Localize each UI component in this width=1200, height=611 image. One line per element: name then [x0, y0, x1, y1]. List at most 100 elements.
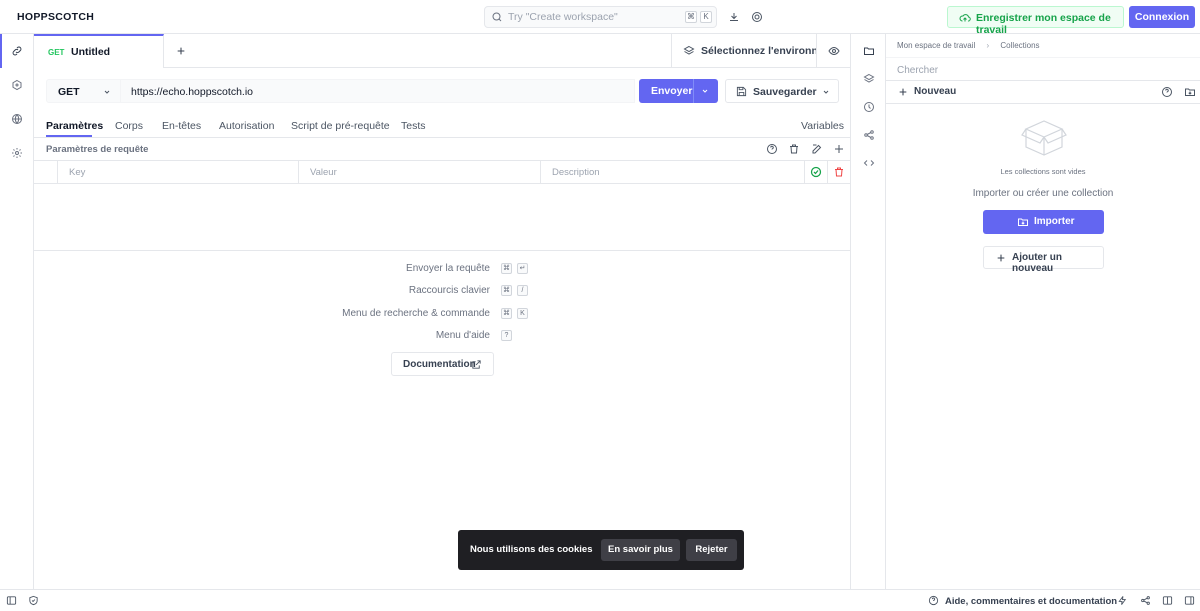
tab-body[interactable]: Corps — [115, 120, 143, 132]
top-bar: HOPPSCOTCH Try "Create workspace" ⌘ K En… — [0, 0, 1200, 36]
request-tabs-bar: GET Untitled Sélectionnez l'environnemen… — [34, 34, 850, 68]
bulk-edit-icon[interactable] — [811, 143, 823, 155]
help-feedback-link[interactable]: Aide, commentaires et documentation — [945, 596, 1117, 607]
shield-check-icon[interactable] — [28, 595, 39, 606]
plus-icon[interactable] — [898, 87, 908, 97]
method-select[interactable]: GET — [46, 79, 121, 103]
help-icon[interactable] — [766, 143, 778, 155]
sidebar-toggle-icon[interactable] — [6, 595, 17, 606]
param-row: Key Valeur Description — [34, 161, 850, 184]
history-icon[interactable] — [863, 101, 875, 113]
trash-icon — [835, 167, 843, 177]
cookie-learn-more-button[interactable]: En savoir plus — [601, 539, 680, 561]
search-input[interactable]: Try "Create workspace" ⌘ K — [484, 6, 717, 28]
check-circle-icon — [810, 166, 822, 178]
eye-icon — [828, 46, 840, 56]
breadcrumb-workspace[interactable]: Mon espace de travail — [897, 41, 975, 50]
chevron-down-icon[interactable] — [701, 87, 709, 95]
shortcut-key: K — [517, 308, 528, 319]
documentation-label: Documentation — [403, 359, 476, 370]
tab-headers[interactable]: En-têtes — [162, 120, 201, 132]
send-label: Envoyer — [651, 85, 693, 97]
collections-panel: Mon espace de travail › Collections Cher… — [886, 34, 1200, 589]
tab-tests[interactable]: Tests — [401, 120, 426, 132]
environment-view-button[interactable] — [816, 34, 850, 68]
documentation-button[interactable]: Documentation — [391, 352, 494, 376]
add-param-icon[interactable] — [833, 143, 845, 155]
tab-variables[interactable]: Variables — [801, 120, 844, 132]
right-sidebar-toggle-icon[interactable] — [1184, 595, 1195, 606]
param-toggle[interactable] — [804, 161, 827, 184]
shortcut-help-label: Menu d'aide — [435, 330, 490, 341]
collections-search-input[interactable]: Chercher — [886, 57, 1200, 81]
cookie-banner: Nous utilisons des cookies En savoir plu… — [458, 530, 744, 570]
shortcut-keyboard-label: Raccourcis clavier — [408, 285, 490, 296]
lightning-icon[interactable] — [1117, 595, 1128, 606]
send-button[interactable]: Envoyer — [639, 79, 718, 103]
breadcrumb: Mon espace de travail › Collections — [897, 41, 1040, 50]
request-tab[interactable]: GET Untitled — [34, 34, 164, 68]
share-icon[interactable] — [1140, 595, 1151, 606]
save-label: Sauvegarder — [753, 86, 817, 98]
save-workspace-label: Enregistrer mon espace de travail — [976, 12, 1111, 36]
support-icon[interactable] — [751, 11, 763, 23]
save-button[interactable]: Sauvegarder — [725, 79, 839, 103]
collections-search-placeholder: Chercher — [897, 65, 939, 76]
breadcrumb-collections[interactable]: Collections — [1000, 41, 1039, 50]
settings-icon[interactable] — [11, 147, 23, 159]
cookie-reject-button[interactable]: Rejeter — [686, 539, 737, 561]
search-shortcut-key: ⌘ — [685, 11, 697, 23]
new-collection-row: Nouveau — [886, 81, 1200, 104]
param-delete[interactable] — [827, 161, 850, 184]
param-description-placeholder: Description — [552, 167, 600, 178]
search-shortcut-key: K — [700, 11, 712, 23]
layers-icon[interactable] — [863, 73, 875, 85]
status-bar: Aide, commentaires et documentation — [0, 589, 1200, 611]
shortcut-key: ? — [501, 330, 512, 341]
save-workspace-button[interactable]: Enregistrer mon espace de travail — [947, 6, 1124, 36]
columns-layout-icon[interactable] — [1162, 595, 1173, 606]
code-icon[interactable] — [863, 157, 875, 169]
import-button[interactable]: Importer — [983, 210, 1104, 234]
download-icon[interactable] — [728, 11, 740, 23]
login-button[interactable]: Connexion — [1129, 6, 1195, 28]
right-nav-rail — [850, 34, 886, 589]
app-logo[interactable]: HOPPSCOTCH — [17, 11, 94, 23]
share-icon[interactable] — [863, 129, 875, 141]
param-description-input[interactable]: Description — [540, 161, 804, 184]
left-nav-rail — [0, 34, 34, 589]
empty-collection-illustration — [1021, 120, 1067, 156]
shortcut-key: ↵ — [517, 263, 528, 274]
shortcut-key: / — [517, 285, 528, 296]
new-collection-button[interactable]: Nouveau — [914, 86, 956, 97]
param-key-input[interactable]: Key — [57, 161, 298, 184]
globe-icon[interactable] — [11, 113, 23, 125]
params-header: Paramètres de requête — [34, 138, 850, 161]
cookie-text: Nous utilisons des cookies — [470, 544, 593, 555]
import-folder-icon[interactable] — [1184, 86, 1196, 98]
tab-authorization[interactable]: Autorisation — [219, 120, 274, 132]
trash-icon[interactable] — [788, 143, 800, 155]
add-tab-icon[interactable] — [176, 46, 186, 56]
shortcut-key: ⌘ — [501, 263, 512, 274]
link-icon[interactable] — [11, 45, 23, 57]
environment-selector[interactable]: Sélectionnez l'environnement — [671, 34, 817, 68]
param-value-input[interactable]: Valeur — [298, 161, 540, 184]
external-link-icon — [472, 360, 481, 369]
help-icon[interactable] — [1161, 86, 1173, 98]
graphql-icon[interactable] — [11, 79, 23, 91]
chevron-down-icon — [823, 90, 829, 94]
tab-pre-request-script[interactable]: Script de pré-requête — [291, 120, 390, 132]
divider — [34, 250, 850, 251]
url-input[interactable]: https://echo.hoppscotch.io — [121, 79, 635, 103]
import-folder-icon — [1018, 218, 1028, 226]
environment-label: Sélectionnez l'environnement — [701, 45, 817, 57]
add-new-collection-button[interactable]: Ajouter un nouveau — [983, 246, 1104, 274]
shortcut-search-label: Menu de recherche & commande — [342, 308, 490, 319]
active-tab-underline — [46, 135, 92, 137]
save-icon — [736, 86, 747, 97]
folder-icon[interactable] — [863, 45, 875, 57]
import-or-create-text: Importer ou créer une collection — [972, 188, 1114, 199]
request-subtabs: Paramètres Corps En-têtes Autorisation S… — [34, 113, 850, 138]
tab-parameters[interactable]: Paramètres — [46, 120, 103, 132]
